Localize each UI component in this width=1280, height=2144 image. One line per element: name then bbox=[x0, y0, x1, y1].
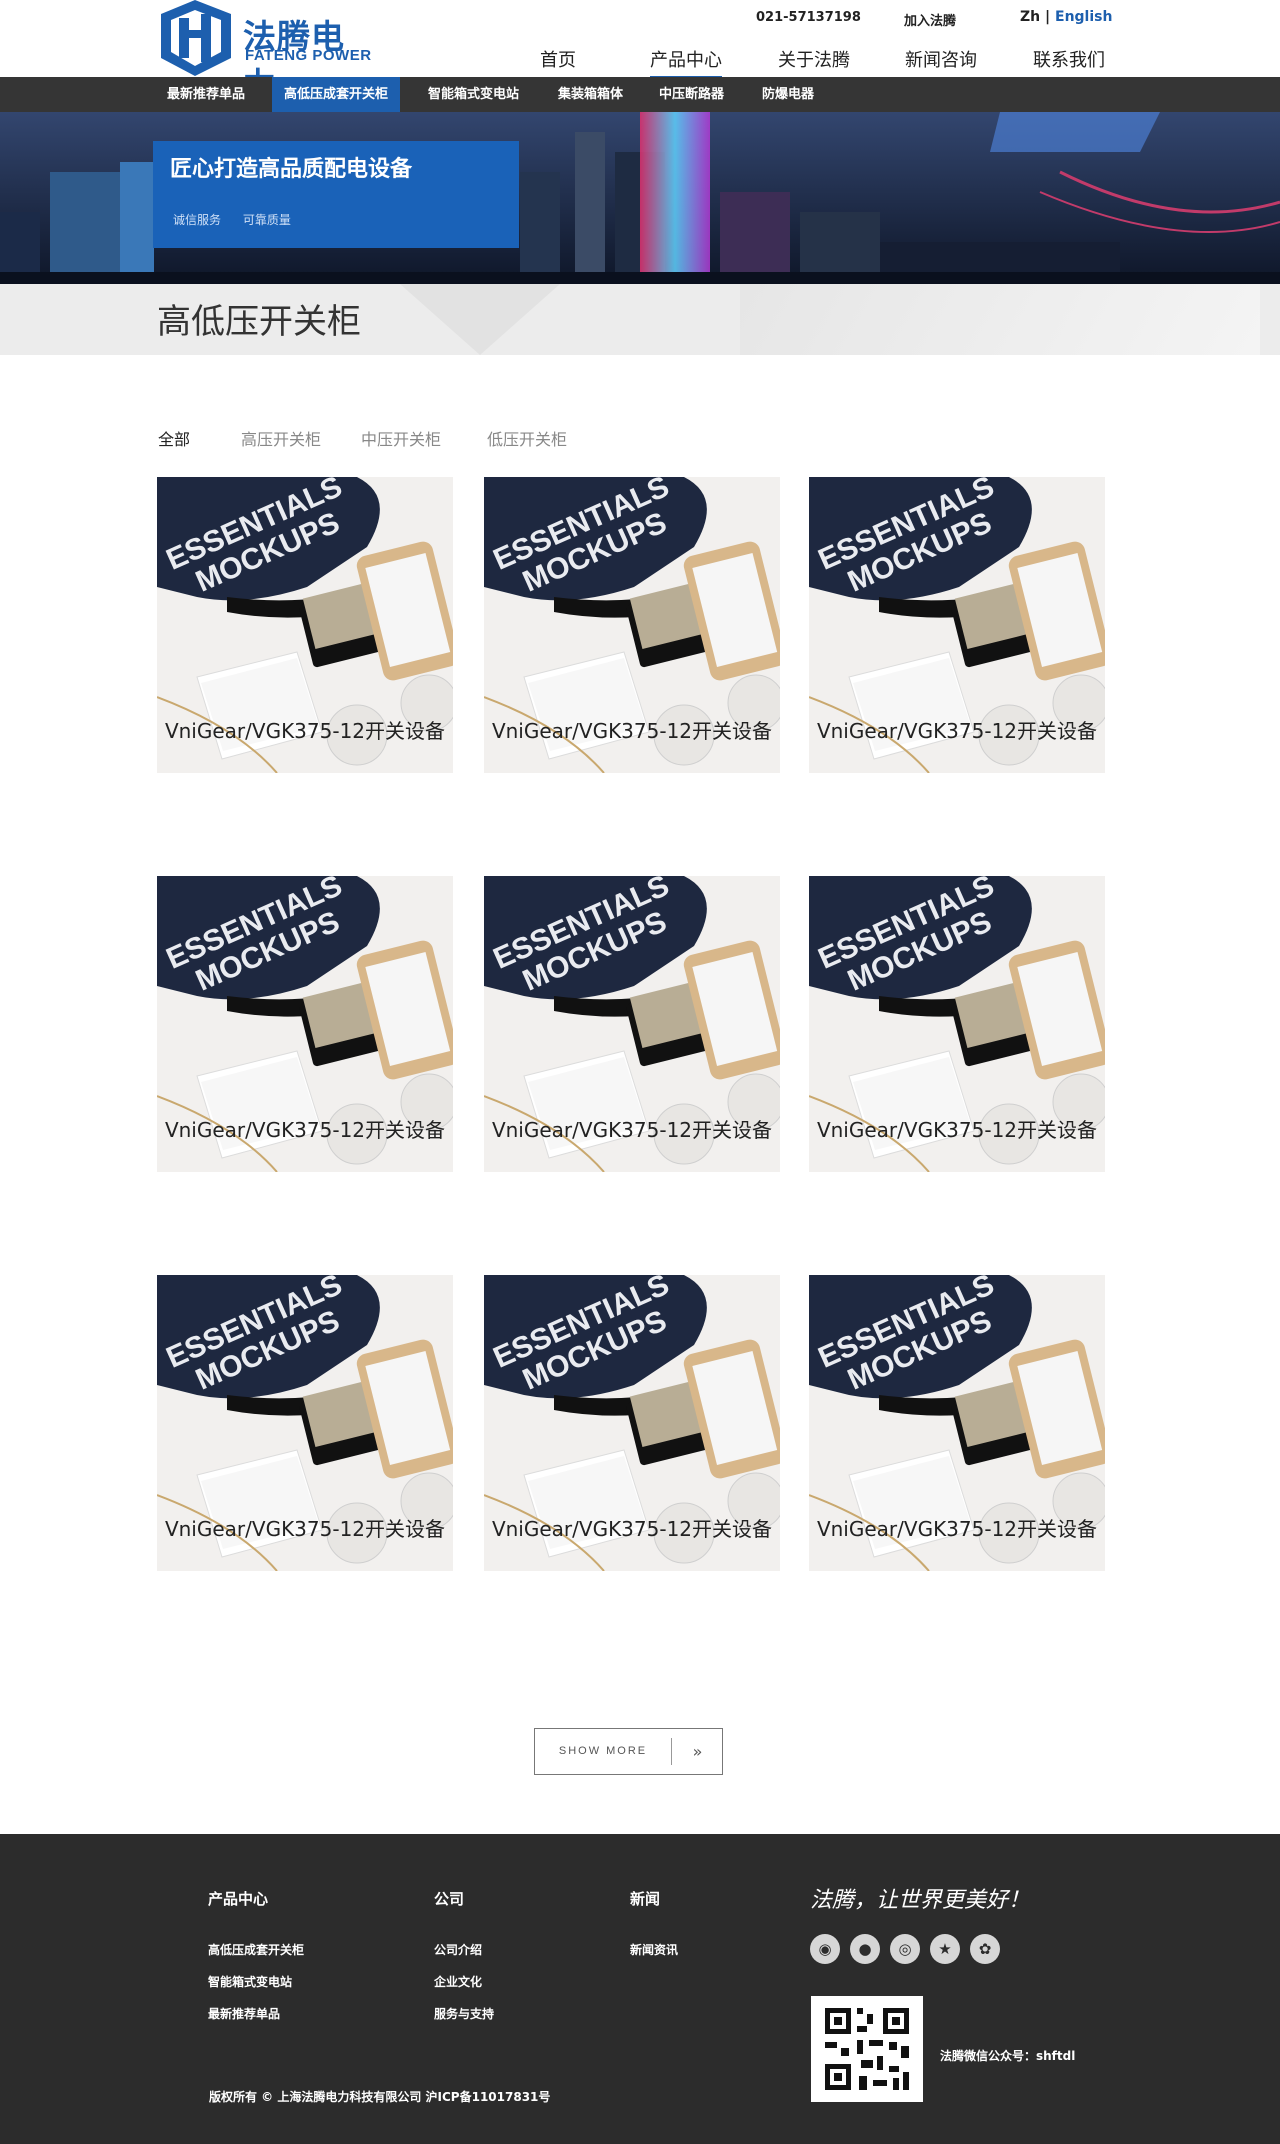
wechat-account-text: 法腾微信公众号：shftdl bbox=[940, 2049, 1076, 2063]
footer-col-title-company: 公司 bbox=[434, 1890, 465, 1908]
footer-link[interactable]: 公司介绍 bbox=[434, 1941, 482, 1958]
footer-link[interactable]: 服务与支持 bbox=[434, 2005, 494, 2022]
product-name[interactable]: VniGear/VGK375-12开关设备 bbox=[140, 715, 470, 744]
title-band: 高低压开关柜 bbox=[0, 284, 1280, 355]
footer-col-title-products: 产品中心 bbox=[208, 1890, 269, 1908]
product-card[interactable]: ESSENTIALS MOCKUPS VniGear/VGK375-12开关设备 bbox=[484, 477, 780, 773]
product-name[interactable]: VniGear/VGK375-12开关设备 bbox=[467, 1513, 797, 1542]
nav-home[interactable]: 首页 bbox=[540, 46, 576, 72]
wechat-icon[interactable]: ● bbox=[850, 1934, 880, 1964]
footer-link[interactable]: 最新推荐单品 bbox=[208, 2005, 280, 2022]
nav-products[interactable]: 产品中心 bbox=[650, 46, 722, 78]
nav-about[interactable]: 关于法腾 bbox=[778, 46, 850, 72]
banner-tags: 诚信服务 可靠质量 bbox=[173, 211, 309, 228]
product-card[interactable]: ESSENTIALS MOCKUPS VniGear/VGK375-12开关设备 bbox=[157, 876, 453, 1172]
product-card[interactable]: ESSENTIALS MOCKUPS VniGear/VGK375-12开关设备 bbox=[157, 1275, 453, 1571]
product-name[interactable]: VniGear/VGK375-12开关设备 bbox=[140, 1114, 470, 1143]
lang-separator: | bbox=[1045, 9, 1051, 25]
subnav-item-explosion-proof[interactable]: 防爆电器 bbox=[750, 77, 826, 112]
copyright-text: 版权所有 © 上海法腾电力科技有限公司 沪ICP备11017831号 bbox=[209, 2090, 551, 2104]
footer-slogan: 法腾，让世界更美好！ bbox=[810, 1888, 1031, 1913]
qr-code-image bbox=[811, 1996, 923, 2102]
qq-icon[interactable]: ◉ bbox=[810, 1934, 840, 1964]
footer-link[interactable]: 新闻资讯 bbox=[630, 1941, 678, 1958]
product-card[interactable]: ESSENTIALS MOCKUPS VniGear/VGK375-12开关设备 bbox=[809, 876, 1105, 1172]
show-more-button[interactable]: SHOW MORE » bbox=[534, 1728, 723, 1775]
nav-news[interactable]: 新闻咨询 bbox=[905, 46, 977, 72]
banner-tag: 诚信服务 bbox=[173, 213, 222, 227]
product-name[interactable]: VniGear/VGK375-12开关设备 bbox=[140, 1513, 470, 1542]
decor-shade bbox=[740, 284, 1260, 355]
subnav-item-substation[interactable]: 智能箱式变电站 bbox=[416, 77, 531, 112]
filter-all[interactable]: 全部 bbox=[158, 426, 190, 450]
decor-triangle bbox=[400, 284, 560, 355]
baidu-icon[interactable]: ✿ bbox=[970, 1934, 1000, 1964]
product-card[interactable]: ESSENTIALS MOCKUPS VniGear/VGK375-12开关设备 bbox=[809, 477, 1105, 773]
qr-code-icon bbox=[825, 2008, 909, 2090]
product-name[interactable]: VniGear/VGK375-12开关设备 bbox=[467, 715, 797, 744]
subnav-item-breaker[interactable]: 中压断路器 bbox=[647, 77, 736, 112]
filter-low-voltage[interactable]: 低压开关柜 bbox=[487, 426, 567, 450]
nav-contact[interactable]: 联系我们 bbox=[1033, 46, 1105, 72]
language-switch: Zh | English bbox=[1020, 9, 1112, 25]
subnav-item-switchgear[interactable]: 高低压成套开关柜 bbox=[272, 77, 401, 112]
product-card[interactable]: ESSENTIALS MOCKUPS VniGear/VGK375-12开关设备 bbox=[484, 1275, 780, 1571]
page: 法腾电力 FATENG POWER 021-57137198 加入法腾 Zh |… bbox=[0, 0, 1280, 2144]
product-name[interactable]: VniGear/VGK375-12开关设备 bbox=[792, 1114, 1122, 1143]
sub-nav: 最新推荐单品 高低压成套开关柜 智能箱式变电站 集装箱箱体 中压断路器 防爆电器 bbox=[0, 77, 1280, 112]
banner-caption-box: 匠心打造高品质配电设备 诚信服务 可靠质量 bbox=[153, 141, 519, 248]
double-chevron-right-icon: » bbox=[692, 1742, 703, 1761]
weibo-icon[interactable]: ◎ bbox=[890, 1934, 920, 1964]
star-icon[interactable]: ★ bbox=[930, 1934, 960, 1964]
phone-number: 021-57137198 bbox=[756, 10, 861, 25]
hero-banner: 匠心打造高品质配电设备 诚信服务 可靠质量 bbox=[0, 112, 1280, 284]
product-name[interactable]: VniGear/VGK375-12开关设备 bbox=[467, 1114, 797, 1143]
footer-link[interactable]: 智能箱式变电站 bbox=[208, 1973, 292, 1990]
product-card[interactable]: ESSENTIALS MOCKUPS VniGear/VGK375-12开关设备 bbox=[484, 876, 780, 1172]
banner-title: 匠心打造高品质配电设备 bbox=[170, 157, 413, 182]
filter-high-voltage[interactable]: 高压开关柜 bbox=[241, 426, 321, 450]
subnav-item-container[interactable]: 集装箱箱体 bbox=[546, 77, 635, 112]
footer: 产品中心 高低压成套开关柜 智能箱式变电站 最新推荐单品 公司 公司介绍 企业文… bbox=[0, 1834, 1280, 2144]
main-nav: 首页 产品中心 关于法腾 新闻咨询 联系我们 bbox=[0, 46, 1280, 78]
banner-tag: 可靠质量 bbox=[242, 213, 291, 227]
footer-link[interactable]: 高低压成套开关柜 bbox=[208, 1941, 304, 1958]
lang-zh-link[interactable]: Zh bbox=[1020, 9, 1040, 25]
join-link[interactable]: 加入法腾 bbox=[904, 10, 956, 29]
show-more-label: SHOW MORE bbox=[558, 1745, 648, 1757]
page-title: 高低压开关柜 bbox=[157, 302, 361, 342]
footer-col-title-news: 新闻 bbox=[630, 1890, 661, 1908]
lang-en-link[interactable]: English bbox=[1055, 9, 1112, 25]
product-card[interactable]: ESSENTIALS MOCKUPS VniGear/VGK375-12开关设备 bbox=[157, 477, 453, 773]
header: 法腾电力 FATENG POWER 021-57137198 加入法腾 Zh |… bbox=[0, 0, 1280, 104]
subnav-item-recommended[interactable]: 最新推荐单品 bbox=[155, 77, 257, 112]
filter-medium-voltage[interactable]: 中压开关柜 bbox=[361, 426, 441, 450]
product-name[interactable]: VniGear/VGK375-12开关设备 bbox=[792, 1513, 1122, 1542]
product-card[interactable]: ESSENTIALS MOCKUPS VniGear/VGK375-12开关设备 bbox=[809, 1275, 1105, 1571]
footer-link[interactable]: 企业文化 bbox=[434, 1973, 482, 1990]
product-name[interactable]: VniGear/VGK375-12开关设备 bbox=[792, 715, 1122, 744]
